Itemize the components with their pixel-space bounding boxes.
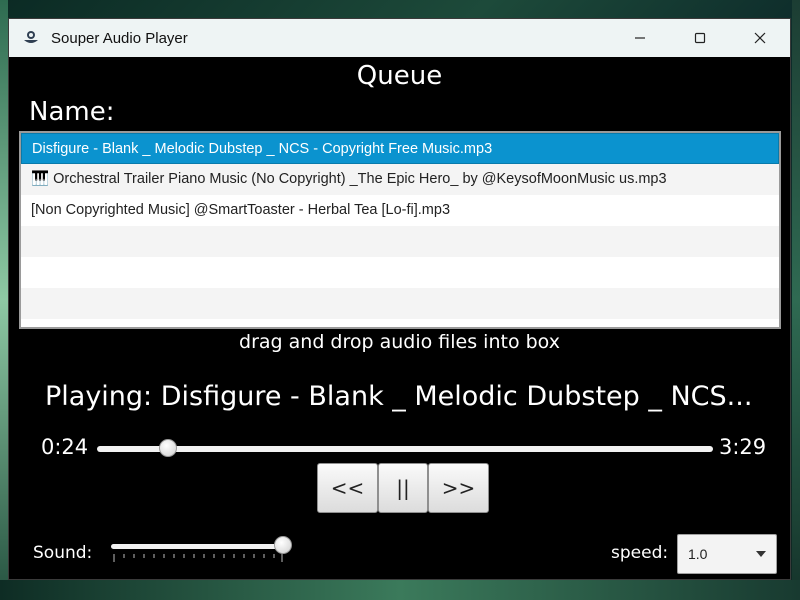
- minimize-button[interactable]: [610, 19, 670, 57]
- maximize-icon: [694, 29, 706, 48]
- minimize-icon: [634, 29, 646, 48]
- desktop-wallpaper-bottom: [0, 580, 800, 600]
- volume-slider-thumb[interactable]: [274, 536, 292, 554]
- pause-button[interactable]: ||: [378, 463, 428, 513]
- maximize-button[interactable]: [670, 19, 730, 57]
- queue-empty-row[interactable]: [21, 226, 779, 257]
- previous-button[interactable]: <<: [317, 463, 378, 513]
- app-window: Souper Audio Player Queue Name: Disfigur…: [8, 18, 791, 580]
- volume-slider-track[interactable]: [111, 544, 283, 549]
- chevron-down-icon: [756, 551, 766, 557]
- speed-label: speed:: [611, 543, 669, 563]
- next-button[interactable]: >>: [428, 463, 489, 513]
- speed-value: 1.0: [688, 546, 708, 562]
- volume-slider-ticks: [113, 554, 283, 562]
- drop-hint: drag and drop audio files into box: [239, 331, 560, 353]
- name-label: Name:: [29, 97, 115, 127]
- queue-item[interactable]: Disfigure - Blank _ Melodic Dubstep _ NC…: [21, 133, 779, 164]
- current-time: 0:24: [41, 435, 89, 459]
- desktop-wallpaper-right: [792, 0, 800, 600]
- title-bar[interactable]: Souper Audio Player: [9, 19, 790, 57]
- queue-list[interactable]: Disfigure - Blank _ Melodic Dubstep _ NC…: [19, 131, 781, 329]
- seek-slider-track[interactable]: [97, 446, 713, 452]
- queue-item[interactable]: 🎹 Orchestral Trailer Piano Music (No Cop…: [21, 164, 779, 195]
- total-time: 3:29: [719, 435, 767, 459]
- souper-app-icon: [21, 28, 41, 48]
- desktop-wallpaper-left: [0, 0, 8, 600]
- window-controls: [610, 19, 790, 57]
- window-title: Souper Audio Player: [51, 29, 188, 47]
- queue-item[interactable]: [Non Copyrighted Music] @SmartToaster - …: [21, 195, 779, 226]
- seek-slider-thumb[interactable]: [158, 439, 177, 457]
- speed-dropdown[interactable]: 1.0: [677, 534, 777, 574]
- queue-empty-row[interactable]: [21, 288, 779, 319]
- close-button[interactable]: [730, 19, 790, 57]
- queue-heading: Queue: [356, 61, 443, 91]
- queue-empty-row[interactable]: [21, 257, 779, 288]
- sound-label: Sound:: [33, 543, 93, 563]
- now-playing-label: Playing: Disfigure - Blank _ Melodic Dub…: [45, 381, 753, 412]
- close-icon: [754, 29, 766, 48]
- playback-controls: << || >>: [317, 463, 489, 513]
